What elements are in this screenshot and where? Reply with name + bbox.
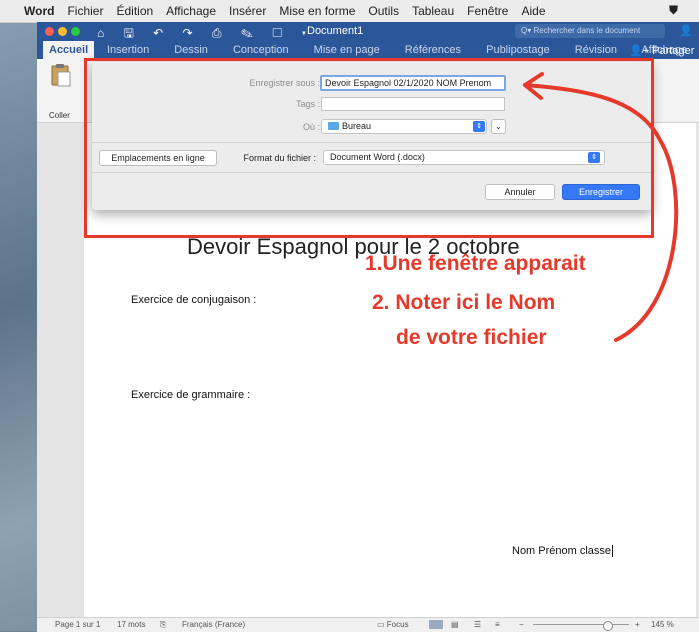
title-bar: ⌂ 🖫 ↶ ↷ ⎙ ✎ ▢ ▾ Document1 Q▾ Rechercher … [37,22,699,41]
menu-tableau[interactable]: Tableau [412,4,454,18]
status-bar: Page 1 sur 1 17 mots ⎘ Français (France)… [37,617,699,632]
exercise-grammaire: Exercice de grammaire : [131,389,251,401]
menu-fichier[interactable]: Fichier [67,4,103,18]
paste-label: Coller [49,111,70,120]
ribbon-tab-list: Insertion Dessin Conception Mise en page… [107,44,699,56]
mac-menu-bar: Word Fichier Édition Affichage Insérer M… [0,0,699,23]
zoom-slider-thumb[interactable] [603,621,613,631]
paste-icon[interactable] [51,63,71,87]
tab-references[interactable]: Références [405,44,461,56]
tab-accueil[interactable]: Accueil [43,41,95,59]
tab-mise-en-page[interactable]: Mise en page [314,44,380,56]
zoom-slider[interactable] [533,624,629,625]
word-count[interactable]: 17 mots [117,620,145,629]
menu-mise-en-forme[interactable]: Mise en forme [279,4,355,18]
page-count[interactable]: Page 1 sur 1 [55,620,100,629]
zoom-out-button[interactable]: − [519,620,524,629]
share-label: Partager [652,45,695,57]
annotation-step2-cont: de votre fichier [396,326,547,349]
ribbon-tabs: Accueil Insertion Dessin Conception Mise… [37,41,699,59]
focus-label: Focus [386,620,409,629]
zoom-in-button[interactable]: + [635,620,640,629]
tab-revision[interactable]: Révision [575,44,617,56]
menu-affichage[interactable]: Affichage [166,4,216,18]
tab-dessin[interactable]: Dessin [174,44,208,56]
menu-inserer[interactable]: Insérer [229,4,266,18]
menu-aide[interactable]: Aide [521,4,545,18]
outline-view-icon[interactable]: ☰ [474,620,481,629]
share-button[interactable]: 👤+ Partager ⌃ [629,44,699,57]
print-layout-icon[interactable] [429,620,443,629]
search-input[interactable]: Q▾ Rechercher dans le document [515,24,665,38]
menu-edition[interactable]: Édition [116,4,153,18]
draft-view-icon[interactable]: ≡ [495,620,500,629]
language[interactable]: Français (France) [182,620,245,629]
profile-icon[interactable]: 👤 [679,24,693,37]
menu-fenetre[interactable]: Fenêtre [467,4,508,18]
search-placeholder: Rechercher dans le document [533,26,641,35]
status-shield-icon[interactable]: ⛊ [669,3,678,18]
web-layout-icon[interactable]: ▤ [451,620,459,629]
signature-text: Nom Prénom classe [512,545,612,557]
signature-line: Nom Prénom classe [512,545,614,557]
annotation-arrow [523,72,679,342]
annotation-step2: 2. Noter ici le Nom [372,291,556,314]
tab-publipostage[interactable]: Publipostage [486,44,550,56]
minimize-window-button[interactable] [58,27,67,36]
zoom-window-button[interactable] [71,27,80,36]
exercise-conjugaison: Exercice de conjugaison : [131,294,257,306]
zoom-level[interactable]: 145 % [651,620,674,629]
tab-insertion[interactable]: Insertion [107,44,149,56]
annotation-step1: 1.Une fenêtre apparait [365,252,586,275]
menu-app-name[interactable]: Word [24,4,54,18]
tab-conception[interactable]: Conception [233,44,289,56]
document-title: Document1 [307,25,364,37]
menu-outils[interactable]: Outils [368,4,399,18]
search-icon: Q▾ [521,26,534,35]
focus-button[interactable]: ▭ Focus [377,620,409,629]
close-window-button[interactable] [45,27,54,36]
text-cursor [612,545,614,557]
proofing-icon[interactable]: ⎘ [160,620,166,630]
